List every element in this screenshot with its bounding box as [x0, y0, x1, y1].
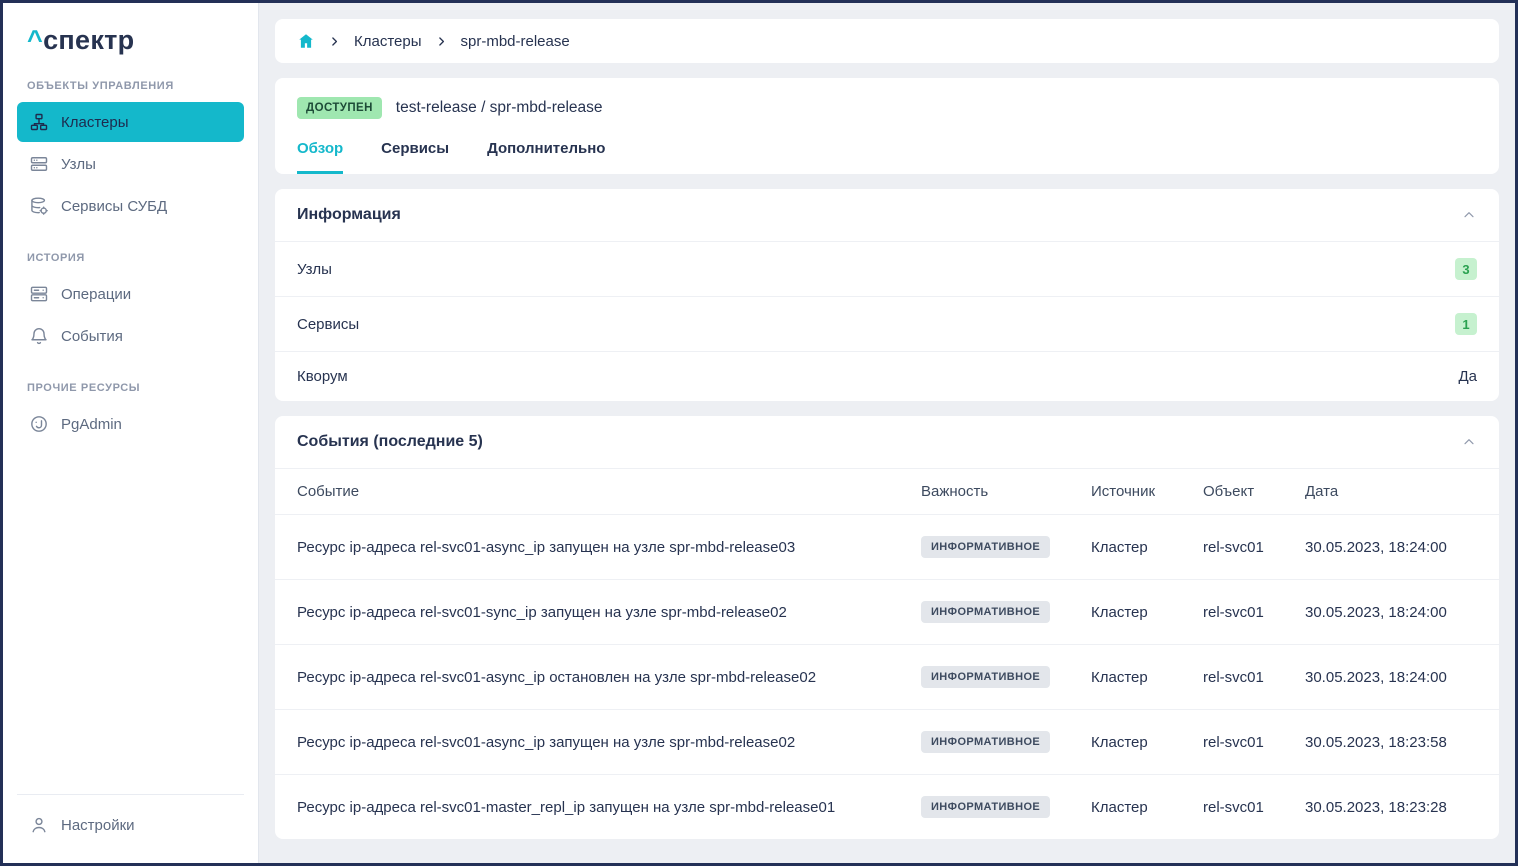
severity-badge: ИНФОРМАТИВНОЕ [921, 796, 1050, 818]
events-icon [29, 326, 49, 346]
user-icon [29, 815, 49, 835]
nodes-icon [29, 154, 49, 174]
sidebar-item-label: Кластеры [61, 114, 129, 131]
table-row: Ресурс ip-адреса rel-svc01-async_ip запу… [275, 709, 1499, 774]
table-row: Ресурс ip-адреса rel-svc01-master_repl_i… [275, 774, 1499, 839]
chevron-up-icon[interactable] [1461, 207, 1477, 223]
source-cell: Кластер [1091, 648, 1203, 707]
app-window: ^спектр ОБЪЕКТЫ УПРАВЛЕНИЯ Кластеры Узлы… [0, 0, 1518, 866]
table-row: Ресурс ip-адреса rel-svc01-async_ip запу… [275, 514, 1499, 579]
sidebar-item-label: PgAdmin [61, 416, 122, 433]
tab-additional[interactable]: Дополнительно [487, 140, 605, 174]
tab-overview[interactable]: Обзор [297, 140, 343, 174]
sidebar-item-label: События [61, 328, 123, 345]
chevron-up-icon[interactable] [1461, 434, 1477, 450]
sidebar-item-label: Узлы [61, 156, 96, 173]
sidebar-item-db-services[interactable]: Сервисы СУБД [17, 186, 244, 226]
sidebar: ^спектр ОБЪЕКТЫ УПРАВЛЕНИЯ Кластеры Узлы… [3, 3, 259, 863]
tab-services[interactable]: Сервисы [381, 140, 449, 174]
events-table-header: Событие Важность Источник Объект Дата [275, 468, 1499, 514]
date-cell: 30.05.2023, 18:24:00 [1305, 518, 1477, 577]
count-badge: 1 [1455, 313, 1477, 335]
event-cell: Ресурс ip-адреса rel-svc01-sync_ip запущ… [297, 583, 921, 642]
status-badge: ДОСТУПЕН [297, 97, 382, 119]
source-cell: Кластер [1091, 713, 1203, 772]
date-cell: 30.05.2023, 18:23:28 [1305, 778, 1477, 837]
main-content: Кластеры spr-mbd-release ДОСТУПЕН test-r… [259, 3, 1515, 863]
sidebar-item-nodes[interactable]: Узлы [17, 144, 244, 184]
info-row-value: Да [1458, 368, 1477, 385]
event-cell: Ресурс ip-адреса rel-svc01-async_ip запу… [297, 713, 921, 772]
tab-bar: Обзор Сервисы Дополнительно [297, 140, 1477, 174]
severity-badge: ИНФОРМАТИВНОЕ [921, 536, 1050, 558]
source-cell: Кластер [1091, 778, 1203, 837]
date-cell: 30.05.2023, 18:23:58 [1305, 713, 1477, 772]
object-cell: rel-svc01 [1203, 648, 1305, 707]
count-badge: 3 [1455, 258, 1477, 280]
sidebar-item-events[interactable]: События [17, 316, 244, 356]
source-cell: Кластер [1091, 583, 1203, 642]
event-cell: Ресурс ip-адреса rel-svc01-master_repl_i… [297, 778, 921, 837]
pgadmin-icon [29, 414, 49, 434]
column-header-severity: Важность [921, 469, 1091, 514]
info-row-label: Кворум [297, 368, 348, 385]
info-row-quorum: Кворум Да [275, 351, 1499, 401]
db-services-icon [29, 196, 49, 216]
severity-badge: ИНФОРМАТИВНОЕ [921, 601, 1050, 623]
operations-icon [29, 284, 49, 304]
event-cell: Ресурс ip-адреса rel-svc01-async_ip оста… [297, 648, 921, 707]
severity-badge: ИНФОРМАТИВНОЕ [921, 731, 1050, 753]
sidebar-section-history: ИСТОРИЯ [27, 252, 234, 264]
info-row-nodes: Узлы 3 [275, 241, 1499, 296]
info-row-label: Узлы [297, 261, 332, 278]
info-card-title: Информация [297, 206, 401, 224]
events-card-title: События (последние 5) [297, 433, 483, 451]
cluster-title: test-release / spr-mbd-release [396, 99, 603, 117]
logo-text: спектр [43, 25, 134, 55]
breadcrumb: Кластеры spr-mbd-release [275, 19, 1499, 63]
cluster-status-row: ДОСТУПЕН test-release / spr-mbd-release [297, 97, 1477, 119]
info-card-header: Информация [275, 189, 1499, 241]
cluster-icon [29, 112, 49, 132]
sidebar-item-label: Операции [61, 286, 131, 303]
sidebar-section-objects: ОБЪЕКТЫ УПРАВЛЕНИЯ [27, 80, 234, 92]
breadcrumb-item-current: spr-mbd-release [461, 33, 570, 50]
chevron-right-icon [328, 35, 341, 48]
column-header-object: Объект [1203, 469, 1305, 514]
table-row: Ресурс ip-адреса rel-svc01-sync_ip запущ… [275, 579, 1499, 644]
chevron-right-icon [435, 35, 448, 48]
date-cell: 30.05.2023, 18:24:00 [1305, 648, 1477, 707]
object-cell: rel-svc01 [1203, 583, 1305, 642]
events-card-header: События (последние 5) [275, 416, 1499, 468]
table-row: Ресурс ip-адреса rel-svc01-async_ip оста… [275, 644, 1499, 709]
sidebar-section-other: ПРОЧИЕ РЕСУРСЫ [27, 382, 234, 394]
sidebar-item-pgadmin[interactable]: PgAdmin [17, 404, 244, 444]
sidebar-item-label: Настройки [61, 817, 135, 834]
object-cell: rel-svc01 [1203, 713, 1305, 772]
sidebar-item-label: Сервисы СУБД [61, 198, 167, 215]
column-header-source: Источник [1091, 469, 1203, 514]
breadcrumb-item-clusters[interactable]: Кластеры [354, 33, 422, 50]
logo: ^спектр [17, 23, 244, 56]
sidebar-item-operations[interactable]: Операции [17, 274, 244, 314]
column-header-date: Дата [1305, 469, 1477, 514]
events-card: События (последние 5) Событие Важность И… [275, 416, 1499, 839]
source-cell: Кластер [1091, 518, 1203, 577]
date-cell: 30.05.2023, 18:24:00 [1305, 583, 1477, 642]
info-row-services: Сервисы 1 [275, 296, 1499, 351]
sidebar-item-settings[interactable]: Настройки [17, 805, 244, 845]
logo-caret: ^ [27, 25, 43, 55]
column-header-event: Событие [297, 469, 921, 514]
info-row-label: Сервисы [297, 316, 359, 333]
object-cell: rel-svc01 [1203, 778, 1305, 837]
home-icon[interactable] [297, 32, 315, 50]
sidebar-spacer [17, 446, 244, 794]
severity-badge: ИНФОРМАТИВНОЕ [921, 666, 1050, 688]
info-card: Информация Узлы 3 Сервисы 1 Кворум Да [275, 189, 1499, 401]
object-cell: rel-svc01 [1203, 518, 1305, 577]
cluster-header-card: ДОСТУПЕН test-release / spr-mbd-release … [275, 78, 1499, 174]
sidebar-item-clusters[interactable]: Кластеры [17, 102, 244, 142]
event-cell: Ресурс ip-адреса rel-svc01-async_ip запу… [297, 518, 921, 577]
sidebar-footer: Настройки [17, 794, 244, 847]
